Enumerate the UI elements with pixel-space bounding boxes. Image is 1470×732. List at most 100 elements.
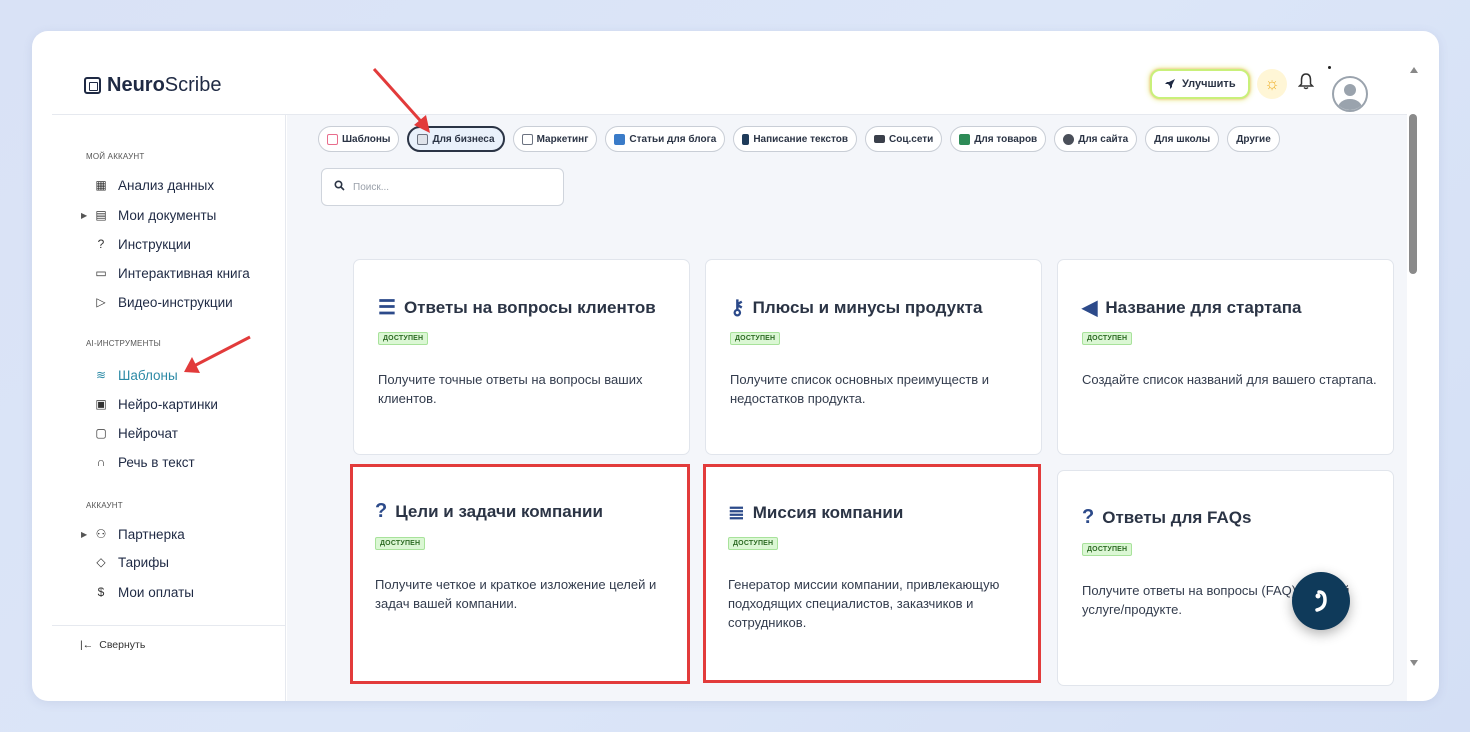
app-logo[interactable]: NeuroScribe	[84, 74, 222, 97]
sidebar-item-neurochat[interactable]: ▢ Нейрочат	[84, 423, 178, 443]
template-card-company-mission[interactable]: ≣ Миссия компании ДОСТУПЕН Генератор мисс…	[703, 464, 1041, 683]
sidebar-item-partners[interactable]: ▶ ⚇ Партнерка	[81, 524, 185, 544]
scrollbar[interactable]	[1407, 61, 1421, 701]
chip-products[interactable]: Для товаров	[950, 126, 1047, 152]
annotation-arrow-icon	[372, 67, 430, 133]
sidebar-item-label: Мои документы	[118, 207, 217, 223]
chat-widget-button[interactable]	[1292, 572, 1350, 630]
collapse-icon: |←	[80, 639, 94, 651]
chat-icon: ▢	[95, 426, 107, 440]
chip-social[interactable]: Соц.сети	[865, 126, 943, 152]
sidebar-item-label: Видео-инструкции	[118, 294, 233, 310]
template-card-startup-name[interactable]: ◀ Название для стартапа ДОСТУПЕН Создайте…	[1057, 259, 1394, 455]
template-card-company-goals[interactable]: ? Цели и задачи компании ДОСТУПЕН Получит…	[350, 464, 690, 684]
card-description: Получите список основных преимуществ и н…	[730, 372, 990, 406]
template-card-customer-answers[interactable]: ☰ Ответы на вопросы клиентов ДОСТУПЕН Пол…	[353, 259, 690, 455]
template-card-faq-answers[interactable]: ? Ответы для FAQs ДОСТУПЕН Получите ответ…	[1057, 470, 1394, 686]
dollar-icon: $	[97, 585, 105, 599]
sidebar-item-neuro-images[interactable]: ▣ Нейро-картинки	[84, 394, 218, 414]
sidebar-item-label: Интерактивная книга	[118, 265, 250, 281]
sidebar-item-speech-to-text[interactable]: ∩ Речь в текст	[84, 452, 195, 472]
laptop-icon	[874, 135, 885, 143]
category-chips: Шаблоны Для бизнеса Маркетинг Статьи для…	[318, 126, 1280, 152]
chip-blog-articles[interactable]: Статьи для блога	[605, 126, 726, 152]
sidebar-item-label: Мои оплаты	[118, 584, 194, 600]
card-title-text: Название для стартапа	[1105, 297, 1302, 317]
bell-icon[interactable]	[1297, 72, 1315, 95]
chip-copywriting[interactable]: Написание текстов	[733, 126, 857, 152]
blog-icon	[614, 133, 626, 145]
search-icon	[334, 180, 345, 194]
robot-icon	[1063, 133, 1075, 145]
sidebar-item-label: Анализ данных	[118, 177, 215, 193]
section-title-account: АККАУНТ	[86, 501, 123, 510]
chip-label: Написание текстов	[753, 133, 848, 145]
upgrade-button[interactable]: Улучшить	[1150, 69, 1250, 99]
sidebar-item-my-payments[interactable]: $ Мои оплаты	[84, 582, 194, 602]
sidebar-item-instructions[interactable]: ? Инструкции	[84, 234, 191, 254]
sidebar-item-tariffs[interactable]: ◇ Тарифы	[84, 552, 169, 572]
video-icon: ▷	[96, 295, 106, 309]
chevron-right-icon: ▶	[81, 210, 88, 220]
status-badge: ДОСТУПЕН	[378, 332, 429, 345]
list-icon: ☰	[378, 297, 396, 319]
app-window: NeuroScribe Улучшить ☼ МОЙ АККАУНТ ▦ Ана…	[32, 31, 1439, 701]
chip-label: Для сайта	[1078, 133, 1129, 145]
grid-icon: ▦	[95, 178, 107, 192]
ledger-icon	[959, 133, 971, 145]
chip-marketing[interactable]: Маркетинг	[512, 126, 598, 152]
status-badge: ДОСТУПЕН	[1082, 543, 1133, 556]
chip-website[interactable]: Для сайта	[1054, 126, 1138, 152]
card-title: ◀ Название для стартапа	[1082, 295, 1302, 320]
megaphone-icon: ◀	[1082, 297, 1098, 319]
card-title: ≣ Миссия компании	[728, 500, 903, 525]
logo-light: Scribe	[164, 74, 222, 96]
chip-label: Для товаров	[974, 133, 1038, 145]
avatar[interactable]	[1332, 76, 1368, 112]
users-icon: ⚇	[95, 527, 107, 541]
card-title-text: Миссия компании	[752, 502, 904, 522]
collapse-label: Свернуть	[99, 639, 146, 651]
scroll-up-arrow-icon[interactable]	[1410, 67, 1418, 73]
card-title: ? Цели и задачи компании	[375, 500, 603, 523]
search-input[interactable]	[353, 181, 543, 193]
chip-school[interactable]: Для школы	[1145, 126, 1220, 152]
collapse-button[interactable]: |← Свернуть	[80, 639, 145, 651]
chart-icon	[327, 133, 338, 145]
image-icon: ▣	[95, 397, 107, 411]
sidebar-item-data-analysis[interactable]: ▦ Анализ данных	[84, 175, 214, 195]
sidebar-item-label: Нейро-картинки	[118, 396, 218, 412]
help-icon: ?	[97, 237, 105, 251]
sidebar-item-video-instructions[interactable]: ▷ Видео-инструкции	[84, 292, 233, 312]
memo-icon	[521, 133, 533, 145]
sidebar-item-templates[interactable]: ≋ Шаблоны	[84, 365, 178, 385]
upgrade-label: Улучшить	[1182, 78, 1236, 90]
chevron-right-icon: ▶	[81, 529, 88, 539]
top-bar: NeuroScribe Улучшить ☼	[32, 31, 1439, 115]
theme-toggle-sun-icon[interactable]: ☼	[1257, 69, 1287, 99]
sidebar-item-interactive-book[interactable]: ▭ Интерактивная книга	[84, 263, 250, 283]
section-title-ai-tools: AI-ИНСТРУМЕНТЫ	[86, 339, 161, 348]
chat-bubble-icon	[1315, 590, 1327, 612]
sidebar-item-label: Речь в текст	[118, 454, 195, 470]
logo-bold: Neuro	[107, 74, 165, 96]
annotation-arrow-icon	[184, 335, 251, 373]
card-title-text: Плюсы и минусы продукта	[752, 297, 983, 317]
scroll-thumb[interactable]	[1409, 114, 1417, 274]
scroll-down-arrow-icon[interactable]	[1410, 660, 1418, 666]
card-description: Получите точные ответы на вопросы ваших …	[378, 372, 643, 406]
card-title: ⚷ Плюсы и минусы продукта	[730, 295, 982, 320]
question-icon: ?	[375, 500, 388, 522]
document-icon: ▤	[95, 208, 107, 222]
card-description: Создайте список названий для вашего стар…	[1082, 372, 1377, 387]
card-title-text: Цели и задачи компании	[395, 501, 603, 521]
logo-icon	[84, 77, 101, 94]
book-icon: ▭	[95, 266, 107, 280]
template-card-product-pros-cons[interactable]: ⚷ Плюсы и минусы продукта ДОСТУПЕН Получи…	[705, 259, 1042, 455]
chip-label: Другие	[1236, 133, 1271, 145]
sidebar-item-label: Шаблоны	[118, 367, 178, 383]
chip-other[interactable]: Другие	[1227, 126, 1280, 152]
sidebar-item-my-documents[interactable]: ▶ ▤ Мои документы	[81, 205, 217, 225]
card-title: ☰ Ответы на вопросы клиентов	[378, 295, 656, 320]
sidebar-item-label: Нейрочат	[118, 425, 178, 441]
